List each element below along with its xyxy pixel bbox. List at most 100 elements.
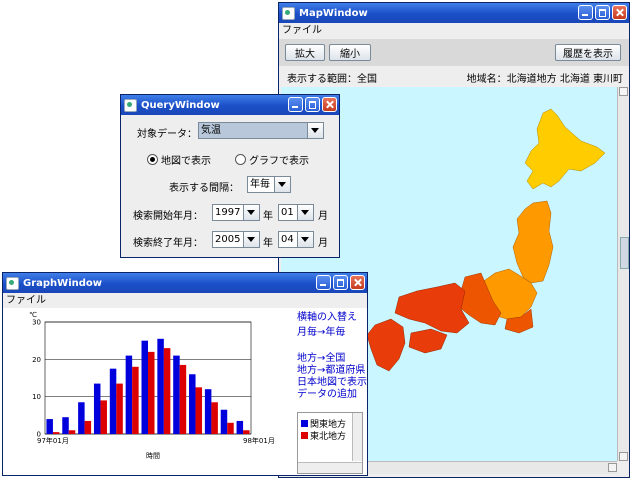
end-month-unit: 月 <box>318 238 328 249</box>
maximize-icon[interactable] <box>595 5 610 20</box>
target-data-label: 対象データ： <box>137 129 197 140</box>
graph-window: GraphWindow ファイル 0 10 20 30 ℃ 97年01月 98年01月 時間 … <box>2 272 368 476</box>
map-region-west <box>394 282 470 334</box>
bar-tohoku <box>243 430 250 434</box>
history-button[interactable]: 履歴を表示 <box>555 44 621 61</box>
chevron-down-icon[interactable] <box>243 205 259 220</box>
start-month-select[interactable]: 01 <box>278 204 314 221</box>
chevron-down-icon[interactable] <box>243 232 259 247</box>
link-add-data[interactable]: データの追加 <box>297 385 357 400</box>
bar-kanto <box>46 419 53 434</box>
x-tick-label-start: 97年01月 <box>37 436 69 445</box>
radio-graph-label: グラフで表示 <box>249 156 309 167</box>
y-tick-label: 10 <box>32 393 41 401</box>
bar-kanto <box>157 338 164 434</box>
radio-map-label: 地図で表示 <box>161 156 211 167</box>
chevron-down-icon[interactable] <box>307 123 323 138</box>
interval-label: 表示する間隔： <box>169 183 239 194</box>
map-vscroll-thumb[interactable] <box>620 237 629 269</box>
bar-tohoku <box>211 402 218 434</box>
legend-swatch-red <box>301 432 308 439</box>
chart-area: 0 10 20 30 ℃ 97年01月 98年01月 時間 <box>3 308 287 475</box>
bar-tohoku <box>68 430 76 434</box>
java-app-icon <box>282 6 295 20</box>
end-date-label: 検索終了年月： <box>133 238 203 249</box>
bar-tohoku <box>195 387 203 434</box>
chevron-down-icon[interactable] <box>297 232 313 247</box>
query-window-titlebar[interactable]: QueryWindow <box>121 95 339 115</box>
radio-graph-option[interactable]: グラフで表示 <box>235 152 309 167</box>
bar-chart: 0102030℃97年01月 98年01月時間 <box>29 311 275 460</box>
minimize-icon[interactable] <box>316 275 331 290</box>
bar-kanto <box>236 420 244 434</box>
radio-map-option[interactable]: 地図で表示 <box>147 152 211 167</box>
radio-selected-icon[interactable] <box>147 154 158 165</box>
map-window-titlebar[interactable]: MapWindow <box>279 3 629 23</box>
chevron-down-icon[interactable] <box>297 205 313 220</box>
start-month-value: 01 <box>281 207 294 218</box>
query-window-title: QueryWindow <box>141 99 220 111</box>
bar-tohoku <box>116 383 123 434</box>
start-year-value: 1997 <box>215 207 241 218</box>
graph-side-panel: 横軸の入替え 月毎→年毎 地方→全国 地方→都道府県 日本地図で表示 データの追… <box>287 308 367 475</box>
bar-tohoku <box>132 366 139 434</box>
bar-kanto <box>78 402 85 434</box>
legend-label: 東北地方 <box>310 432 347 442</box>
map-region-shikoku <box>408 328 448 354</box>
bar-tohoku <box>52 432 60 434</box>
java-app-icon <box>124 98 137 112</box>
interval-value: 年毎 <box>250 179 270 190</box>
bar-kanto <box>141 340 148 434</box>
legend-vscroll[interactable] <box>352 413 362 461</box>
map-vertical-scrollbar[interactable] <box>617 87 629 461</box>
legend-swatch-blue <box>301 420 308 427</box>
zoom-in-button[interactable]: 拡大 <box>285 44 325 61</box>
bar-kanto <box>125 355 133 434</box>
bar-kanto <box>173 355 180 434</box>
map-toolbar: 拡大 縮小 履歴を表示 <box>279 39 629 66</box>
x-axis-label: 時間 <box>146 452 160 460</box>
y-axis-label: ℃ <box>29 311 37 319</box>
bar-tohoku <box>179 364 187 434</box>
close-icon[interactable] <box>350 275 365 290</box>
menu-file[interactable]: ファイル <box>6 295 46 306</box>
radio-unselected-icon[interactable] <box>235 154 246 165</box>
interval-select[interactable]: 年毎 <box>247 176 291 193</box>
close-icon[interactable] <box>612 5 627 20</box>
start-month-unit: 月 <box>318 211 328 222</box>
end-year-value: 2005 <box>215 234 241 245</box>
bar-tohoku <box>148 351 155 434</box>
bar-kanto <box>93 383 101 434</box>
legend-item-tohoku[interactable]: 東北地方 <box>301 429 346 442</box>
graph-window-title: GraphWindow <box>23 277 103 289</box>
bar-tohoku <box>227 422 234 434</box>
query-window: QueryWindow 対象データ： 気温 地図で表示 グラフで表示 表示する間… <box>120 94 340 258</box>
legend-hscroll[interactable] <box>298 462 362 473</box>
minimize-icon[interactable] <box>578 5 593 20</box>
target-data-select[interactable]: 気温 <box>198 122 324 139</box>
bar-kanto <box>220 409 228 434</box>
link-swap-axis[interactable]: 横軸の入替え <box>297 308 357 323</box>
bar-tohoku <box>100 400 107 434</box>
end-month-select[interactable]: 04 <box>278 231 314 248</box>
bar-tohoku <box>163 348 171 434</box>
end-year-select[interactable]: 2005 <box>212 231 260 248</box>
maximize-icon[interactable] <box>333 275 348 290</box>
maximize-icon[interactable] <box>305 97 320 112</box>
bar-kanto <box>62 417 69 434</box>
x-tick-label-end: 98年01月 <box>243 436 275 445</box>
start-year-select[interactable]: 1997 <box>212 204 260 221</box>
map-region-hokkaido <box>524 108 606 190</box>
y-tick-label: 30 <box>32 319 41 327</box>
close-icon[interactable] <box>322 97 337 112</box>
legend-box: 関東地方 東北地方 <box>297 412 363 474</box>
menu-file[interactable]: ファイル <box>282 25 322 36</box>
link-monthly-to-yearly[interactable]: 月毎→年毎 <box>297 323 345 338</box>
chevron-down-icon[interactable] <box>274 177 290 192</box>
map-window-title: MapWindow <box>299 7 368 19</box>
zoom-out-button[interactable]: 縮小 <box>329 44 371 61</box>
graph-menubar: ファイル <box>3 293 367 308</box>
minimize-icon[interactable] <box>288 97 303 112</box>
bar-kanto <box>204 389 212 434</box>
graph-window-titlebar[interactable]: GraphWindow <box>3 273 367 293</box>
